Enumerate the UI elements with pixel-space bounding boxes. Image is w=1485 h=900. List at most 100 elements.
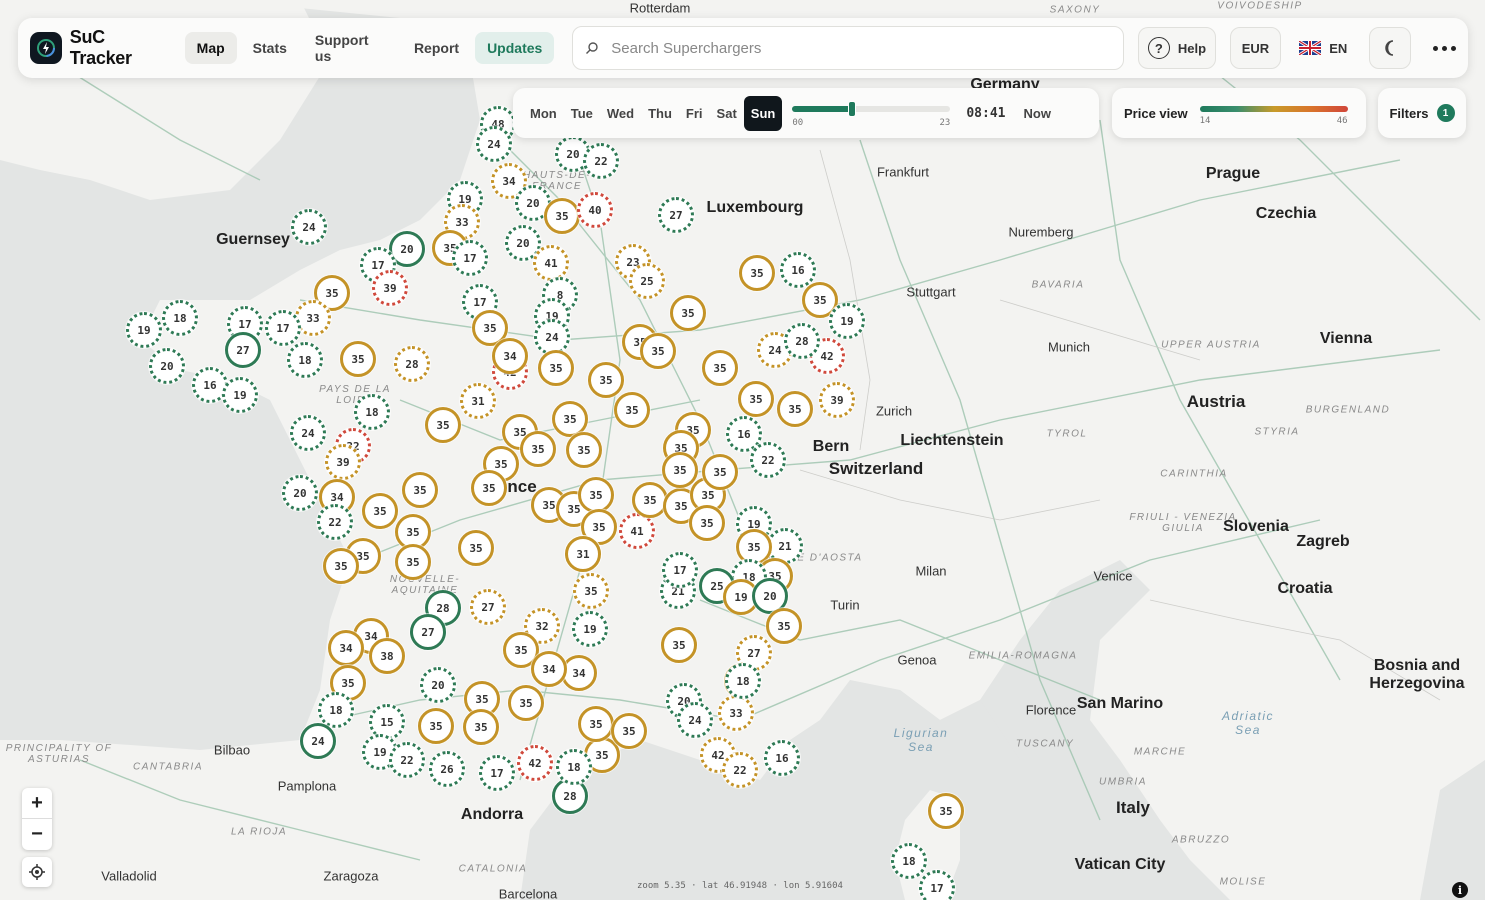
supercharger-marker[interactable]: 35 — [362, 493, 398, 529]
supercharger-marker[interactable]: 35 — [614, 392, 650, 428]
search-box[interactable] — [572, 26, 1125, 70]
supercharger-marker[interactable]: 24 — [291, 209, 327, 245]
supercharger-marker[interactable]: 35 — [538, 350, 574, 386]
supercharger-marker[interactable]: 35 — [402, 472, 438, 508]
supercharger-marker[interactable]: 35 — [520, 431, 556, 467]
supercharger-marker[interactable]: 35 — [670, 295, 706, 331]
supercharger-marker[interactable]: 18 — [725, 663, 761, 699]
supercharger-marker[interactable]: 35 — [739, 255, 775, 291]
day-tue[interactable]: Tue — [564, 100, 600, 127]
supercharger-marker[interactable]: 35 — [425, 407, 461, 443]
supercharger-marker[interactable]: 35 — [471, 470, 507, 506]
supercharger-marker[interactable]: 20 — [149, 348, 185, 384]
supercharger-marker[interactable]: 35 — [588, 362, 624, 398]
supercharger-marker[interactable]: 35 — [395, 544, 431, 580]
supercharger-marker[interactable]: 35 — [928, 793, 964, 829]
supercharger-marker[interactable]: 39 — [325, 444, 361, 480]
supercharger-marker[interactable]: 20 — [282, 475, 318, 511]
supercharger-marker[interactable]: 35 — [323, 548, 359, 584]
supercharger-marker[interactable]: 35 — [662, 452, 698, 488]
supercharger-marker[interactable]: 19 — [222, 377, 258, 413]
supercharger-marker[interactable]: 28 — [784, 323, 820, 359]
supercharger-marker[interactable]: 35 — [777, 391, 813, 427]
nav-map[interactable]: Map — [184, 32, 237, 64]
price-view-legend[interactable]: Price view 14 46 — [1112, 88, 1366, 138]
supercharger-marker[interactable]: 39 — [372, 270, 408, 306]
currency-button[interactable]: EUR — [1229, 27, 1282, 69]
supercharger-marker[interactable]: 33 — [718, 695, 754, 731]
day-sat[interactable]: Sat — [710, 100, 744, 127]
supercharger-marker[interactable]: 28 — [394, 346, 430, 382]
supercharger-marker[interactable]: 22 — [317, 504, 353, 540]
supercharger-marker[interactable]: 41 — [619, 513, 655, 549]
supercharger-marker[interactable]: 31 — [565, 536, 601, 572]
app-logo[interactable]: SuC Tracker — [30, 27, 171, 69]
supercharger-marker[interactable]: 17 — [662, 552, 698, 588]
supercharger-marker[interactable]: 17 — [452, 240, 488, 276]
supercharger-marker[interactable]: 22 — [583, 143, 619, 179]
supercharger-marker[interactable]: 42 — [517, 745, 553, 781]
supercharger-marker[interactable]: 24 — [476, 126, 512, 162]
supercharger-marker[interactable]: 35 — [640, 333, 676, 369]
supercharger-marker[interactable]: 35 — [702, 454, 738, 490]
nav-stats[interactable]: Stats — [241, 32, 299, 64]
supercharger-marker[interactable]: 38 — [369, 638, 405, 674]
supercharger-marker[interactable]: 24 — [300, 723, 336, 759]
supercharger-marker[interactable]: 27 — [410, 614, 446, 650]
supercharger-marker[interactable]: 16 — [764, 740, 800, 776]
supercharger-marker[interactable]: 22 — [389, 742, 425, 778]
search-input[interactable] — [611, 39, 1112, 57]
supercharger-marker[interactable]: 35 — [578, 706, 614, 742]
supercharger-marker[interactable]: 31 — [460, 383, 496, 419]
supercharger-marker[interactable]: 17 — [479, 755, 515, 791]
supercharger-marker[interactable]: 24 — [677, 702, 713, 738]
supercharger-marker[interactable]: 22 — [750, 442, 786, 478]
supercharger-marker[interactable]: 35 — [573, 573, 609, 609]
day-fri[interactable]: Fri — [679, 100, 710, 127]
supercharger-marker[interactable]: 18 — [354, 394, 390, 430]
supercharger-marker[interactable]: 22 — [722, 752, 758, 788]
now-button[interactable]: Now — [1023, 106, 1050, 121]
supercharger-marker[interactable]: 19 — [572, 611, 608, 647]
nav-updates[interactable]: Updates — [475, 32, 555, 64]
supercharger-marker[interactable]: 35 — [418, 708, 454, 744]
supercharger-marker[interactable]: 35 — [463, 709, 499, 745]
supercharger-marker[interactable]: 25 — [629, 263, 665, 299]
hour-slider[interactable]: 00 23 — [792, 98, 951, 128]
supercharger-marker[interactable]: 35 — [544, 198, 580, 234]
supercharger-marker[interactable]: 34 — [531, 651, 567, 687]
supercharger-marker[interactable]: 35 — [458, 530, 494, 566]
supercharger-marker[interactable]: 35 — [566, 432, 602, 468]
supercharger-marker[interactable]: 35 — [578, 477, 614, 513]
supercharger-marker[interactable]: 27 — [658, 197, 694, 233]
locate-button[interactable] — [22, 857, 52, 887]
nav-report[interactable]: Report — [402, 32, 471, 64]
supercharger-marker[interactable]: 18 — [287, 342, 323, 378]
supercharger-marker[interactable]: 26 — [429, 751, 465, 787]
help-button[interactable]: ? Help — [1138, 27, 1216, 69]
supercharger-marker[interactable]: 17 — [265, 310, 301, 346]
supercharger-marker[interactable]: 27 — [470, 589, 506, 625]
day-wed[interactable]: Wed — [600, 100, 641, 127]
language-selector[interactable]: EN — [1299, 41, 1347, 56]
supercharger-marker[interactable]: 35 — [340, 341, 376, 377]
supercharger-marker[interactable]: 34 — [328, 630, 364, 666]
theme-toggle-button[interactable] — [1369, 27, 1411, 69]
supercharger-marker[interactable]: 35 — [661, 627, 697, 663]
supercharger-marker[interactable]: 18 — [318, 692, 354, 728]
supercharger-marker[interactable]: 35 — [738, 381, 774, 417]
slider-thumb[interactable] — [848, 101, 857, 117]
supercharger-marker[interactable]: 17 — [919, 870, 955, 900]
day-thu[interactable]: Thu — [641, 100, 679, 127]
supercharger-marker[interactable]: 35 — [611, 713, 647, 749]
supercharger-marker[interactable]: 20 — [420, 667, 456, 703]
supercharger-marker[interactable]: 18 — [891, 843, 927, 879]
supercharger-marker[interactable]: 35 — [632, 482, 668, 518]
filters-button[interactable]: Filters 1 — [1378, 88, 1466, 138]
nav-support-us[interactable]: Support us — [303, 24, 398, 72]
supercharger-marker[interactable]: 39 — [819, 382, 855, 418]
supercharger-marker[interactable]: 27 — [225, 332, 261, 368]
supercharger-marker[interactable]: 19 — [829, 303, 865, 339]
supercharger-marker[interactable]: 34 — [492, 338, 528, 374]
supercharger-marker[interactable]: 24 — [290, 415, 326, 451]
